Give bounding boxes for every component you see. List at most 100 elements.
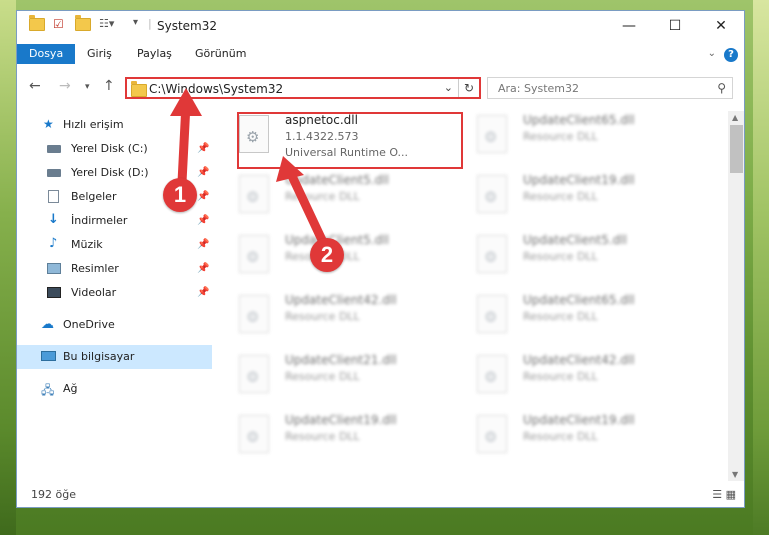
navigation-bar: ← → ▾ ↑ C:\Windows\System32 ⌄ ↻ Ara: Sys…	[17, 74, 744, 102]
new-folder-icon[interactable]	[75, 15, 91, 31]
file-item[interactable]: UpdateClient19.dll Resource DLL	[455, 169, 690, 229]
sidebar-item-pictures[interactable]: Resimler 📌	[17, 257, 212, 281]
sidebar-item-quick-access[interactable]: ★ Hızlı erişim	[17, 113, 212, 137]
documents-icon	[48, 190, 59, 203]
sidebar-item-onedrive[interactable]: ☁ OneDrive	[17, 313, 212, 337]
forward-icon[interactable]: →	[59, 78, 71, 94]
pictures-icon	[47, 263, 61, 274]
sidebar-item-label: Müzik	[71, 238, 103, 251]
scroll-down-icon[interactable]: ▼	[732, 470, 738, 479]
search-box[interactable]: Ara: System32 ⚲	[487, 77, 733, 99]
drive-icon	[47, 145, 61, 153]
quick-access-dropdown-icon[interactable]: ▾	[133, 17, 138, 28]
tab-giris[interactable]: Giriş	[79, 44, 120, 64]
tab-gorunum[interactable]: Görünüm	[187, 44, 254, 64]
pin-icon[interactable]: 📌	[197, 191, 209, 202]
expand-ribbon-icon[interactable]: ⌄	[708, 48, 716, 59]
sidebar-item-this-pc[interactable]: Bu bilgisayar	[17, 345, 212, 369]
pin-icon[interactable]: 📌	[197, 239, 209, 250]
file-name: UpdateClient65.dll	[523, 293, 635, 307]
sidebar-item-label: Ağ	[63, 382, 78, 395]
sidebar-item-label: Belgeler	[71, 190, 117, 203]
sidebar-item-label: Yerel Disk (D:)	[71, 166, 149, 179]
pin-icon[interactable]: 📌	[197, 143, 209, 154]
properties-icon[interactable]: ☑	[53, 17, 64, 31]
file-item[interactable]: UpdateClient19.dll Resource DLL	[455, 409, 690, 469]
tab-dosya[interactable]: Dosya	[17, 44, 76, 64]
file-name: UpdateClient5.dll	[523, 233, 627, 247]
file-item[interactable]: UpdateClient21.dll Resource DLL	[217, 349, 452, 409]
sidebar-item-downloads[interactable]: ↓ İndirmeler 📌	[17, 209, 212, 233]
dll-file-icon	[239, 175, 269, 213]
file-name: UpdateClient19.dll	[285, 413, 397, 427]
file-description: Resource DLL	[285, 370, 360, 383]
pin-icon[interactable]: 📌	[197, 167, 209, 178]
sidebar-item-disk-c[interactable]: Yerel Disk (C:) 📌	[17, 137, 212, 161]
file-item[interactable]: UpdateClient5.dll Resource DLL	[455, 229, 690, 289]
maximize-button[interactable]: ☐	[652, 11, 698, 41]
file-name: UpdateClient42.dll	[285, 293, 397, 307]
scroll-up-icon[interactable]: ▲	[732, 113, 738, 122]
file-description: Resource DLL	[285, 430, 360, 443]
file-description: Resource DLL	[285, 190, 360, 203]
file-description: Resource DLL	[523, 190, 598, 203]
status-bar: 192 öğe ☰ ▦	[17, 483, 744, 507]
dll-file-icon	[239, 355, 269, 393]
refresh-icon[interactable]: ↻	[458, 79, 479, 97]
file-name: UpdateClient19.dll	[523, 413, 635, 427]
callout-2: 2	[310, 238, 344, 272]
file-name: UpdateClient65.dll	[523, 113, 635, 127]
address-dropdown-icon[interactable]: ⌄	[444, 81, 453, 94]
window-title: System32	[157, 19, 218, 33]
file-item[interactable]: UpdateClient19.dll Resource DLL	[217, 409, 452, 469]
dll-file-icon	[239, 235, 269, 273]
file-description: Resource DLL	[523, 430, 598, 443]
sidebar-item-music[interactable]: ♪ Müzik 📌	[17, 233, 212, 257]
back-icon[interactable]: ←	[29, 78, 41, 94]
sidebar-item-label: Resimler	[71, 262, 119, 275]
ribbon-tabs: Dosya Giriş Paylaş Görünüm ⌄ ?	[17, 42, 744, 66]
customize-toolbar-icon[interactable]: ☷▾	[99, 17, 114, 30]
sidebar-item-label: İndirmeler	[71, 214, 128, 227]
vertical-scrollbar[interactable]: ▲ ▼	[728, 111, 744, 481]
sidebar-item-label: Hızlı erişim	[63, 118, 124, 131]
view-toggle-icons[interactable]: ☰ ▦	[712, 488, 736, 501]
file-item[interactable]: UpdateClient42.dll Resource DLL	[455, 349, 690, 409]
file-name: UpdateClient19.dll	[523, 173, 635, 187]
star-icon: ★	[43, 117, 54, 131]
search-placeholder: Ara: System32	[498, 82, 580, 95]
dll-file-icon	[239, 295, 269, 333]
desktop-background-left	[0, 0, 16, 535]
help-button[interactable]: ?	[724, 48, 738, 62]
pin-icon[interactable]: 📌	[197, 215, 209, 226]
file-item[interactable]: UpdateClient65.dll Resource DLL	[455, 289, 690, 349]
computer-icon	[41, 351, 56, 361]
pin-icon[interactable]: 📌	[197, 287, 209, 298]
up-icon[interactable]: ↑	[103, 78, 115, 94]
navigation-pane: ★ Hızlı erişim Yerel Disk (C:) 📌 Yerel D…	[17, 109, 212, 479]
folder-icon[interactable]	[29, 15, 45, 31]
dll-file-icon	[477, 175, 507, 213]
dll-file-icon	[477, 115, 507, 153]
sidebar-item-network[interactable]: 🖧 Ağ	[17, 377, 212, 401]
address-path[interactable]: C:\Windows\System32	[149, 82, 283, 96]
item-count: 192 öğe	[31, 488, 76, 501]
address-bar[interactable]: C:\Windows\System32 ⌄ ↻	[125, 77, 481, 99]
close-button[interactable]: ✕	[698, 11, 744, 41]
tab-paylas[interactable]: Paylaş	[129, 44, 180, 64]
dll-file-icon	[477, 355, 507, 393]
file-item[interactable]: UpdateClient5.dll Resource DLL	[217, 169, 452, 229]
file-item[interactable]: UpdateClient42.dll Resource DLL	[217, 289, 452, 349]
sidebar-item-label: Bu bilgisayar	[63, 350, 135, 363]
search-icon[interactable]: ⚲	[717, 81, 726, 95]
dll-file-icon	[477, 235, 507, 273]
minimize-button[interactable]: —	[606, 11, 652, 41]
scrollbar-thumb[interactable]	[730, 125, 743, 173]
sidebar-item-videos[interactable]: Videolar 📌	[17, 281, 212, 305]
recent-locations-icon[interactable]: ▾	[85, 82, 90, 92]
title-bar: ☑ ☷▾ ▾ | System32 — ☐ ✕	[17, 11, 744, 41]
file-item[interactable]: UpdateClient65.dll Resource DLL	[455, 109, 690, 169]
sidebar-item-label: Yerel Disk (C:)	[71, 142, 148, 155]
pin-icon[interactable]: 📌	[197, 263, 209, 274]
file-description: Resource DLL	[523, 250, 598, 263]
